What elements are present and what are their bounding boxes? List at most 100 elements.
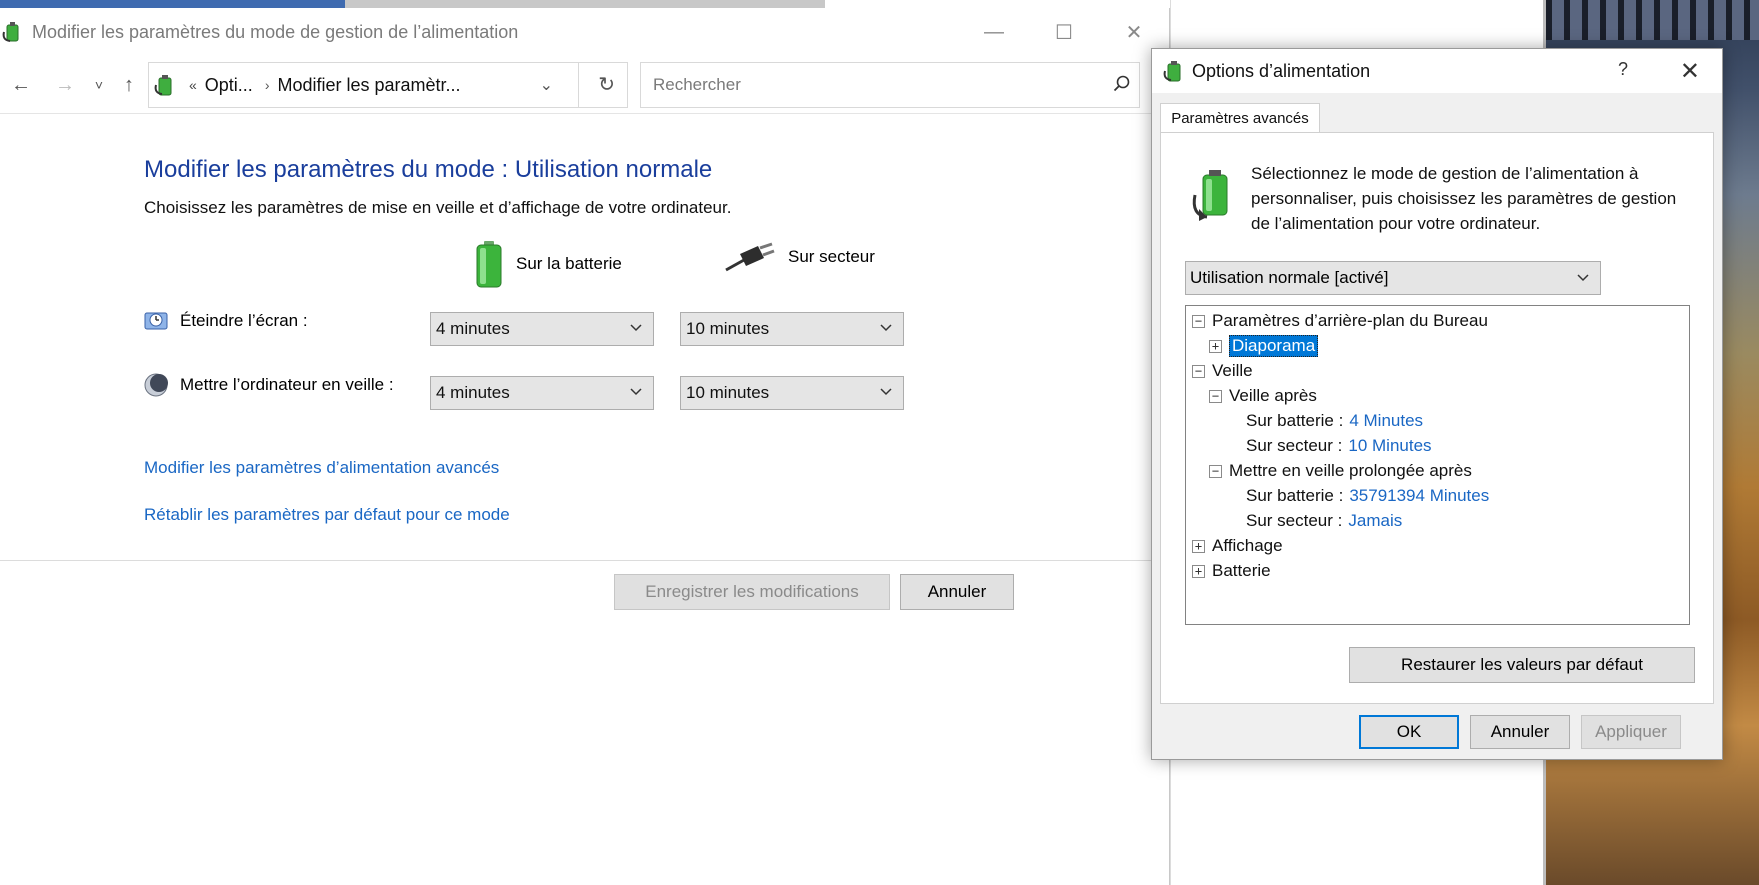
sleep-battery-select[interactable]: 4 minutes xyxy=(430,376,654,410)
tree-item-hibernate-battery[interactable]: Sur batterie : 35791394 Minutes xyxy=(1246,483,1489,509)
power-options-icon xyxy=(1192,170,1228,221)
apply-button[interactable]: Appliquer xyxy=(1581,715,1681,749)
chevron-down-icon xyxy=(1577,274,1589,282)
sleep-computer-label: Mettre l’ordinateur en veille : xyxy=(180,375,394,394)
power-plan-value: Utilisation normale [activé] xyxy=(1190,268,1389,287)
dialog-cancel-button[interactable]: Annuler xyxy=(1470,715,1570,749)
display-battery-select[interactable]: 4 minutes xyxy=(430,312,654,346)
tree-item-sleep-after-battery[interactable]: Sur batterie : 4 Minutes xyxy=(1246,408,1423,434)
page-title: Modifier les paramètres du mode : Utilis… xyxy=(144,156,713,183)
restore-defaults-link[interactable]: Rétablir les paramètres par défaut pour … xyxy=(144,505,510,525)
chevron-down-icon xyxy=(630,324,642,332)
hibernate-battery-value[interactable]: 35791394 Minutes xyxy=(1349,486,1489,506)
tree-item-sleep-after-ac[interactable]: Sur secteur : 10 Minutes xyxy=(1246,433,1432,459)
collapse-icon[interactable]: − xyxy=(1209,464,1222,478)
power-plan-select[interactable]: Utilisation normale [activé] xyxy=(1185,261,1601,295)
hibernate-ac-value[interactable]: Jamais xyxy=(1348,511,1402,531)
expand-icon[interactable]: + xyxy=(1209,339,1222,353)
chevron-down-icon xyxy=(880,388,892,396)
power-options-icon xyxy=(1163,61,1181,82)
ac-column-header: Sur secteur xyxy=(722,240,875,274)
up-arrow-icon[interactable]: ↑ xyxy=(114,70,144,100)
power-options-icon xyxy=(154,75,172,96)
forward-arrow-icon[interactable]: → xyxy=(50,70,80,100)
tree-item-sleep-after[interactable]: − Veille après xyxy=(1209,383,1317,409)
battery-header-label: Sur la batterie xyxy=(516,254,622,273)
tree-item-display[interactable]: + Affichage xyxy=(1192,533,1283,559)
sleep-battery-value: 4 minutes xyxy=(436,383,510,402)
ac-header-label: Sur secteur xyxy=(788,247,875,266)
search-icon[interactable] xyxy=(1113,75,1131,93)
expand-icon[interactable]: + xyxy=(1192,564,1205,578)
address-divider xyxy=(578,63,579,107)
tree-item-hibernate-ac[interactable]: Sur secteur : Jamais xyxy=(1246,508,1402,534)
breadcrumb-separator-icon[interactable]: › xyxy=(265,77,270,93)
power-plug-icon xyxy=(725,242,775,272)
restore-defaults-button[interactable]: Restaurer les valeurs par défaut xyxy=(1349,647,1695,683)
advanced-settings-link[interactable]: Modifier les paramètres d’alimentation a… xyxy=(144,458,499,478)
minimize-button[interactable]: — xyxy=(959,8,1029,56)
navigation-bar: ← → ˅ ↑ « Opti... › Modifier les paramèt… xyxy=(0,56,1169,114)
display-timer-icon xyxy=(144,312,168,330)
sleep-after-battery-value[interactable]: 4 Minutes xyxy=(1349,411,1423,431)
expand-icon[interactable]: + xyxy=(1192,539,1205,553)
help-icon[interactable]: ? xyxy=(1618,59,1628,80)
refresh-icon[interactable]: ↻ xyxy=(598,72,615,97)
breadcrumb-power-options[interactable]: Opti... xyxy=(205,75,253,96)
maximize-button[interactable]: ☐ xyxy=(1029,8,1099,56)
tree-label: Paramètres d’arrière-plan du Bureau xyxy=(1212,311,1488,330)
page-subtitle: Choisissez les paramètres de mise en vei… xyxy=(144,198,732,217)
chevron-down-icon xyxy=(880,324,892,332)
display-ac-value: 10 minutes xyxy=(686,319,770,338)
ok-button[interactable]: OK xyxy=(1359,715,1459,749)
dialog-intro-text: Sélectionnez le mode de gestion de l’ali… xyxy=(1251,164,1677,233)
tree-label: Sur secteur : xyxy=(1246,436,1343,455)
address-bar[interactable]: « Opti... › Modifier les paramètr... ⌄ ↻ xyxy=(148,62,628,108)
collapse-icon[interactable]: − xyxy=(1192,364,1205,378)
dialog-title-bar: Options d’alimentation ? ✕ xyxy=(1152,49,1722,93)
sleep-after-ac-value[interactable]: 10 Minutes xyxy=(1348,436,1431,456)
desktop-background-strip xyxy=(0,0,345,8)
tree-label: Sur secteur : xyxy=(1246,511,1343,530)
tree-item-slideshow[interactable]: + Diaporama xyxy=(1209,333,1319,359)
search-input[interactable]: Rechercher xyxy=(640,62,1140,108)
collapse-icon[interactable]: − xyxy=(1209,389,1222,403)
tree-label: Sur batterie : xyxy=(1246,486,1344,505)
chevron-down-icon xyxy=(630,388,642,396)
sleep-ac-select[interactable]: 10 minutes xyxy=(680,376,904,410)
sleep-computer-row: Mettre l’ordinateur en veille : xyxy=(144,373,394,397)
breadcrumb-edit-plan[interactable]: Modifier les paramètr... xyxy=(277,75,460,96)
content-divider xyxy=(0,560,1170,561)
close-icon[interactable]: ✕ xyxy=(1680,57,1700,86)
collapse-icon[interactable]: − xyxy=(1192,314,1205,328)
tab-advanced-settings[interactable]: Paramètres avancés xyxy=(1160,103,1320,133)
advanced-settings-tree[interactable]: − Paramètres d’arrière-plan du Bureau + … xyxy=(1185,305,1690,625)
tree-item-sleep[interactable]: − Veille xyxy=(1192,358,1253,384)
cancel-button[interactable]: Annuler xyxy=(900,574,1014,610)
battery-column-header: Sur la batterie xyxy=(474,240,622,288)
back-arrow-icon[interactable]: ← xyxy=(6,70,36,100)
display-battery-value: 4 minutes xyxy=(436,319,510,338)
tree-item-desktop-background[interactable]: − Paramètres d’arrière-plan du Bureau xyxy=(1192,308,1488,334)
dialog-title: Options d’alimentation xyxy=(1192,60,1371,81)
tree-label: Veille après xyxy=(1229,386,1317,405)
background-window-strip xyxy=(345,0,825,8)
tree-label-selected: Diaporama xyxy=(1229,335,1319,357)
save-changes-button[interactable]: Enregistrer les modifications xyxy=(614,574,890,610)
address-dropdown-icon[interactable]: ⌄ xyxy=(540,75,553,95)
battery-icon xyxy=(476,241,502,288)
breadcrumb-overflow-icon[interactable]: « xyxy=(189,77,197,93)
power-options-icon xyxy=(2,22,19,42)
tree-item-battery[interactable]: + Batterie xyxy=(1192,558,1271,584)
display-ac-select[interactable]: 10 minutes xyxy=(680,312,904,346)
power-options-dialog: Options d’alimentation ? ✕ Paramètres av… xyxy=(1151,48,1723,760)
tree-label: Batterie xyxy=(1212,561,1271,580)
turn-off-display-row: Éteindre l’écran : xyxy=(144,309,308,333)
recent-locations-chevron-icon[interactable]: ˅ xyxy=(84,70,114,100)
sleep-moon-icon xyxy=(144,373,168,397)
main-content: Modifier les paramètres du mode : Utilis… xyxy=(0,122,1170,882)
tree-item-hibernate-after[interactable]: − Mettre en veille prolongée après xyxy=(1209,458,1472,484)
window-controls: — ☐ ✕ xyxy=(959,8,1169,56)
tree-label: Sur batterie : xyxy=(1246,411,1344,430)
sleep-ac-value: 10 minutes xyxy=(686,383,770,402)
